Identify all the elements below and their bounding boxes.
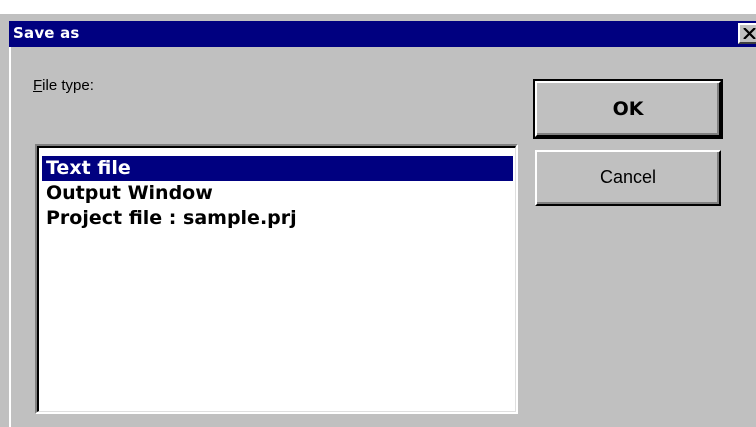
list-item-project-file[interactable]: Project file : sample.prj [42,206,513,231]
list-item-text-file[interactable]: Text file [42,156,513,181]
save-as-dialog: Save as File type: Text file Output Wind… [0,14,756,427]
dialog-title: Save as [13,24,80,42]
file-type-label: File type: [33,77,94,94]
file-type-list-inner: Text file Output Window Project file : s… [37,146,516,412]
file-type-mnemonic: F [33,77,43,94]
ok-button[interactable]: OK [533,79,723,139]
cancel-button[interactable]: Cancel [535,150,721,206]
file-type-label-text: ile type: [42,77,94,94]
close-button[interactable] [738,23,756,44]
ok-button-label: OK [612,98,644,120]
list-item-output-window[interactable]: Output Window [42,181,513,206]
cancel-button-label: Cancel [599,167,657,187]
title-bar[interactable]: Save as [9,21,756,47]
file-type-list[interactable]: Text file Output Window Project file : s… [35,144,518,414]
close-icon [743,28,756,39]
dialog-left-edge [9,47,11,427]
